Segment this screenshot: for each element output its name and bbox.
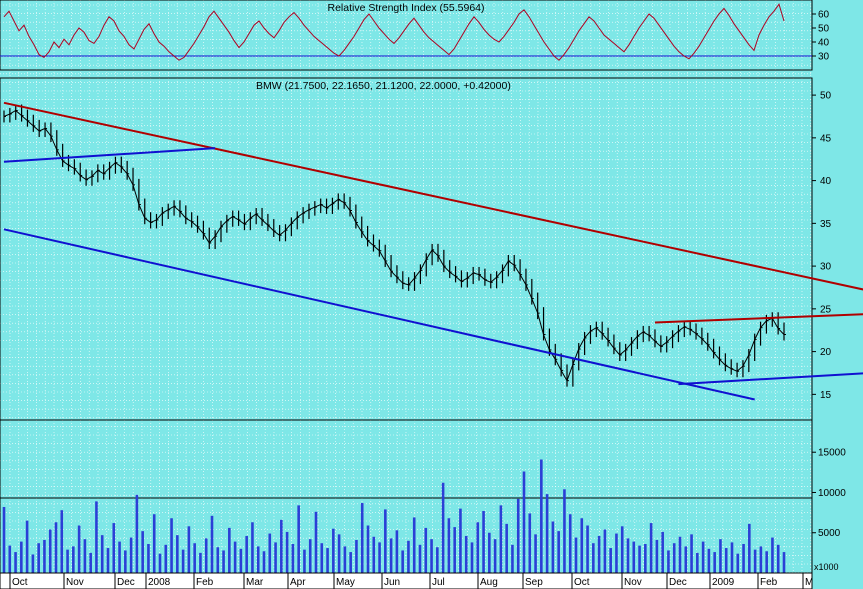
- x-tick-label: Dec: [117, 577, 135, 588]
- rsi-title: Relative Strength Index (55.5964): [327, 2, 484, 14]
- x-tick-label: Jun: [384, 577, 400, 588]
- x-tick-label: Aug: [480, 577, 498, 588]
- price-tick-label: 40: [820, 176, 832, 187]
- volume-tick-label: 5000: [818, 528, 841, 539]
- volume-unit-label: x1000: [814, 562, 839, 572]
- volume-tick-label: 15000: [818, 448, 846, 459]
- x-tick-label: Nov: [624, 577, 642, 588]
- rsi-tick-label: 50: [818, 24, 830, 35]
- x-tick-label: Jul: [432, 577, 445, 588]
- rsi-tick-label: 30: [818, 52, 830, 63]
- price-tick-label: 30: [820, 262, 832, 273]
- x-tick-label: Oct: [574, 577, 590, 588]
- rsi-tick-label: 60: [818, 10, 830, 21]
- price-tick-label: 20: [820, 347, 832, 358]
- x-tick-label: Mar: [246, 577, 264, 588]
- volume-tick-label: 10000: [818, 488, 846, 499]
- price-title: BMW (21.7500, 22.1650, 21.1200, 22.0000,…: [256, 80, 511, 92]
- x-tick-label: Oct: [12, 577, 28, 588]
- price-tick-label: 50: [820, 91, 832, 102]
- x-tick-label: M: [805, 577, 813, 588]
- x-tick-label: Dec: [669, 577, 687, 588]
- x-tick-label: Apr: [290, 577, 306, 588]
- price-tick-label: 25: [820, 304, 832, 315]
- x-tick-label: Nov: [66, 577, 84, 588]
- price-tick-label: 35: [820, 219, 832, 230]
- x-tick-label: Sep: [525, 577, 543, 588]
- price-tick-label: 15: [820, 390, 832, 401]
- rsi-tick-label: 40: [818, 38, 830, 49]
- x-tick-label: Feb: [196, 577, 214, 588]
- stock-chart: Relative Strength Index (55.5964) 60 50 40…: [0, 0, 863, 589]
- price-tick-label: 45: [820, 133, 832, 144]
- x-tick-label: 2009: [712, 577, 735, 588]
- x-tick-label: 2008: [148, 577, 171, 588]
- x-axis: Oct Nov Dec 2008 Feb Mar Apr May Jun Jul Aug Sep Oct…: [0, 572, 813, 589]
- x-tick-label: Feb: [760, 577, 778, 588]
- x-tick-label: May: [336, 577, 355, 588]
